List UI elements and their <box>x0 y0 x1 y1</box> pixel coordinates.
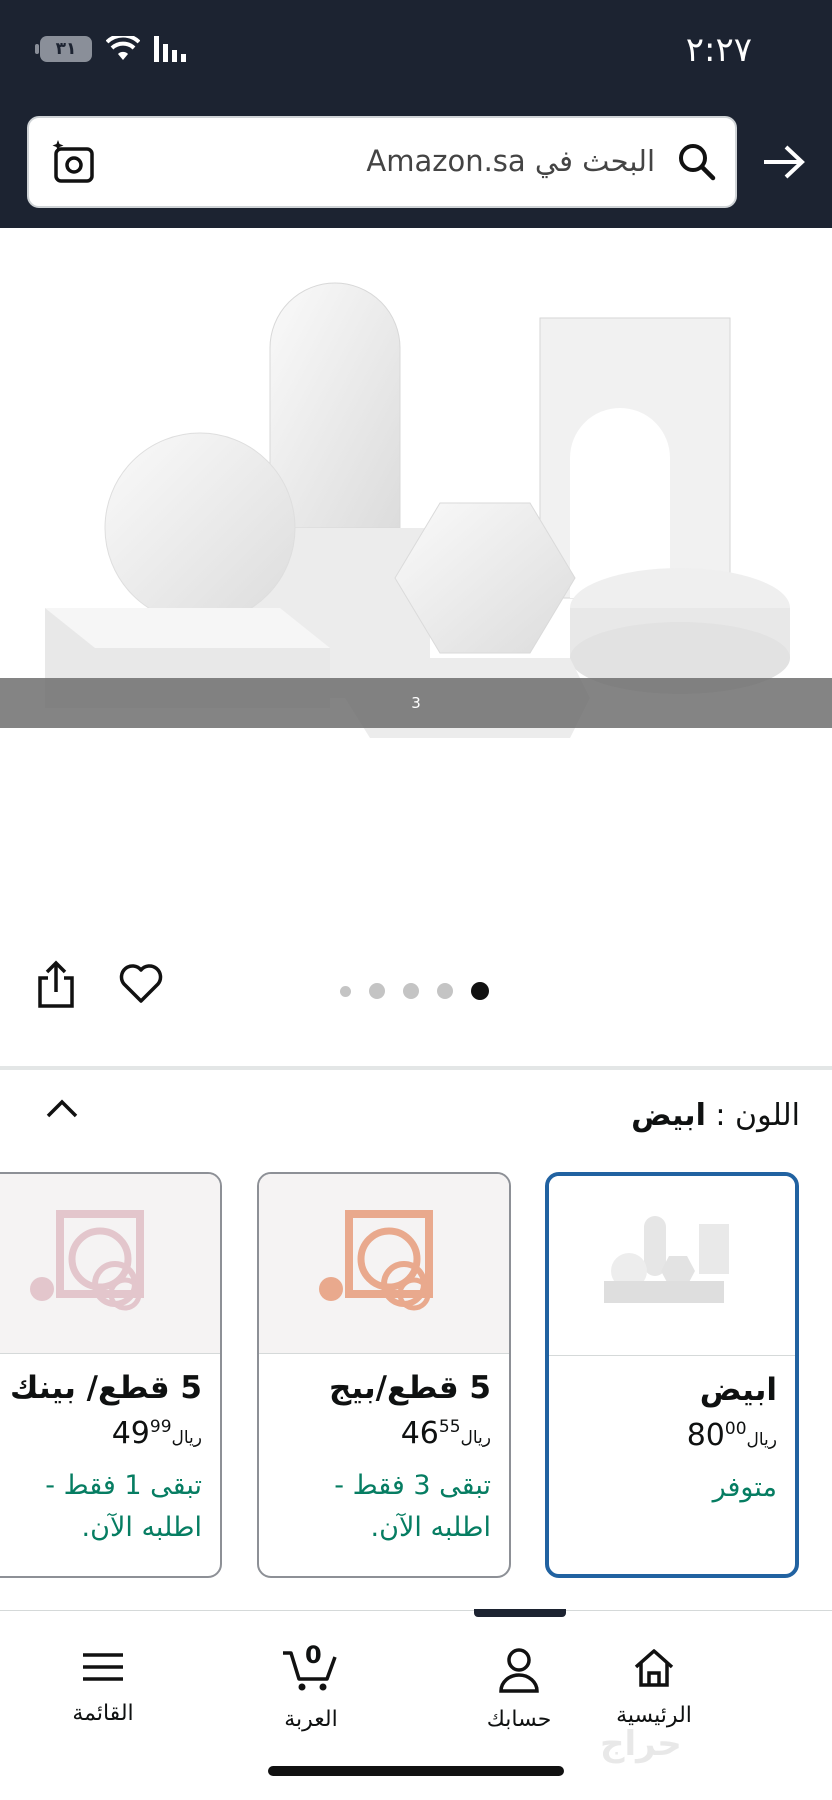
nav-account-label: حسابك <box>486 1707 552 1732</box>
search-input[interactable]: البحث في Amazon.sa <box>27 116 737 208</box>
search-icon[interactable] <box>675 140 719 188</box>
pager-dot[interactable] <box>437 983 453 999</box>
swatch-thumbnail <box>549 1176 795 1356</box>
swatch-price: ريال 8000 <box>567 1418 777 1453</box>
status-time: ٢:٢٧ <box>685 30 752 70</box>
swatch-price-fraction: 99 <box>149 1417 172 1437</box>
top-header: ٣١ ٢:٢٧ البحث في Amazon.sa <box>0 0 832 228</box>
swatch-name: 5 قطع/ بينك <box>10 1370 202 1406</box>
share-icon[interactable] <box>34 960 78 1014</box>
nav-cart[interactable]: 0 العربة <box>236 1641 386 1732</box>
back-arrow-icon[interactable] <box>762 144 806 184</box>
pager-dot[interactable] <box>369 983 385 999</box>
swatch-beige[interactable]: 5 قطع/بيج ريال 4655 تبقى 3 فقط - اطلبه ال… <box>257 1172 511 1578</box>
swatch-price-whole: 80 <box>686 1418 725 1453</box>
swatch-thumbnail <box>0 1174 220 1354</box>
product-image <box>45 282 790 738</box>
signal-icon <box>154 36 186 62</box>
wifi-icon <box>106 36 140 60</box>
account-icon <box>499 1648 539 1693</box>
nav-menu-label: القائمة <box>72 1701 134 1726</box>
menu-icon <box>83 1653 123 1681</box>
image-overlay-bar: 3 <box>0 678 832 728</box>
pager-dot[interactable] <box>403 983 419 999</box>
swatch-name: 5 قطع/بيج <box>328 1370 491 1406</box>
color-label: اللون : <box>715 1098 800 1133</box>
status-icons: ٣١ <box>35 36 188 62</box>
nav-active-indicator <box>474 1609 566 1617</box>
chevron-up-icon[interactable] <box>44 1096 80 1124</box>
swatch-price-whole: 49 <box>111 1416 150 1451</box>
color-selected-value: ابيض <box>631 1098 706 1133</box>
swatch-currency: ريال <box>460 1428 491 1448</box>
nav-home[interactable]: الرئيسية <box>579 1647 729 1728</box>
swatch-currency: ريال <box>746 1430 777 1450</box>
swatch-white[interactable]: ابيض ريال 8000 متوفر <box>545 1172 799 1578</box>
swatch-stock: متوفر <box>712 1472 777 1503</box>
watermark-logo: حراج <box>600 1724 682 1764</box>
nav-menu[interactable]: القائمة <box>28 1647 178 1726</box>
search-placeholder: البحث في Amazon.sa <box>366 144 655 178</box>
product-image-carousel[interactable]: 3 <box>0 228 832 908</box>
nav-account[interactable]: حسابك <box>444 1647 594 1732</box>
cart-count: 0 <box>305 1641 322 1669</box>
image-actions-row <box>0 960 832 1020</box>
home-icon <box>634 1649 674 1687</box>
battery-level: ٣١ <box>55 39 77 59</box>
swatch-price-fraction: 55 <box>438 1417 461 1437</box>
swatch-stock: تبقى 3 فقط - اطلبه الآن. <box>334 1470 491 1543</box>
swatch-price: ريال 4655 <box>277 1416 491 1451</box>
color-variation-label: اللون : ابيض <box>631 1098 800 1133</box>
swatch-currency: ريال <box>171 1428 202 1448</box>
home-indicator-bar[interactable] <box>268 1766 564 1776</box>
nav-cart-label: العربة <box>284 1707 338 1732</box>
pager-dot-active[interactable] <box>471 982 489 1000</box>
heart-icon[interactable] <box>118 962 164 1008</box>
swatch-thumbnail <box>259 1174 509 1354</box>
carousel-pager[interactable] <box>340 982 489 1000</box>
swatch-price: ريال 4999 <box>0 1416 202 1451</box>
swatch-price-fraction: 00 <box>724 1419 747 1439</box>
cart-icon: 0 <box>281 1641 341 1697</box>
pager-dot[interactable] <box>340 985 351 997</box>
swatch-name: ابيض <box>699 1372 777 1408</box>
swatch-price-whole: 46 <box>400 1416 439 1451</box>
swatch-stock: تبقى 1 فقط - اطلبه الآن. <box>45 1470 202 1543</box>
battery-icon: ٣١ <box>35 36 92 62</box>
camera-search-icon[interactable] <box>49 138 99 192</box>
section-divider <box>0 1066 832 1070</box>
swatch-pink[interactable]: 5 قطع/ بينك ريال 4999 تبقى 1 فقط - اطلبه … <box>0 1172 222 1578</box>
